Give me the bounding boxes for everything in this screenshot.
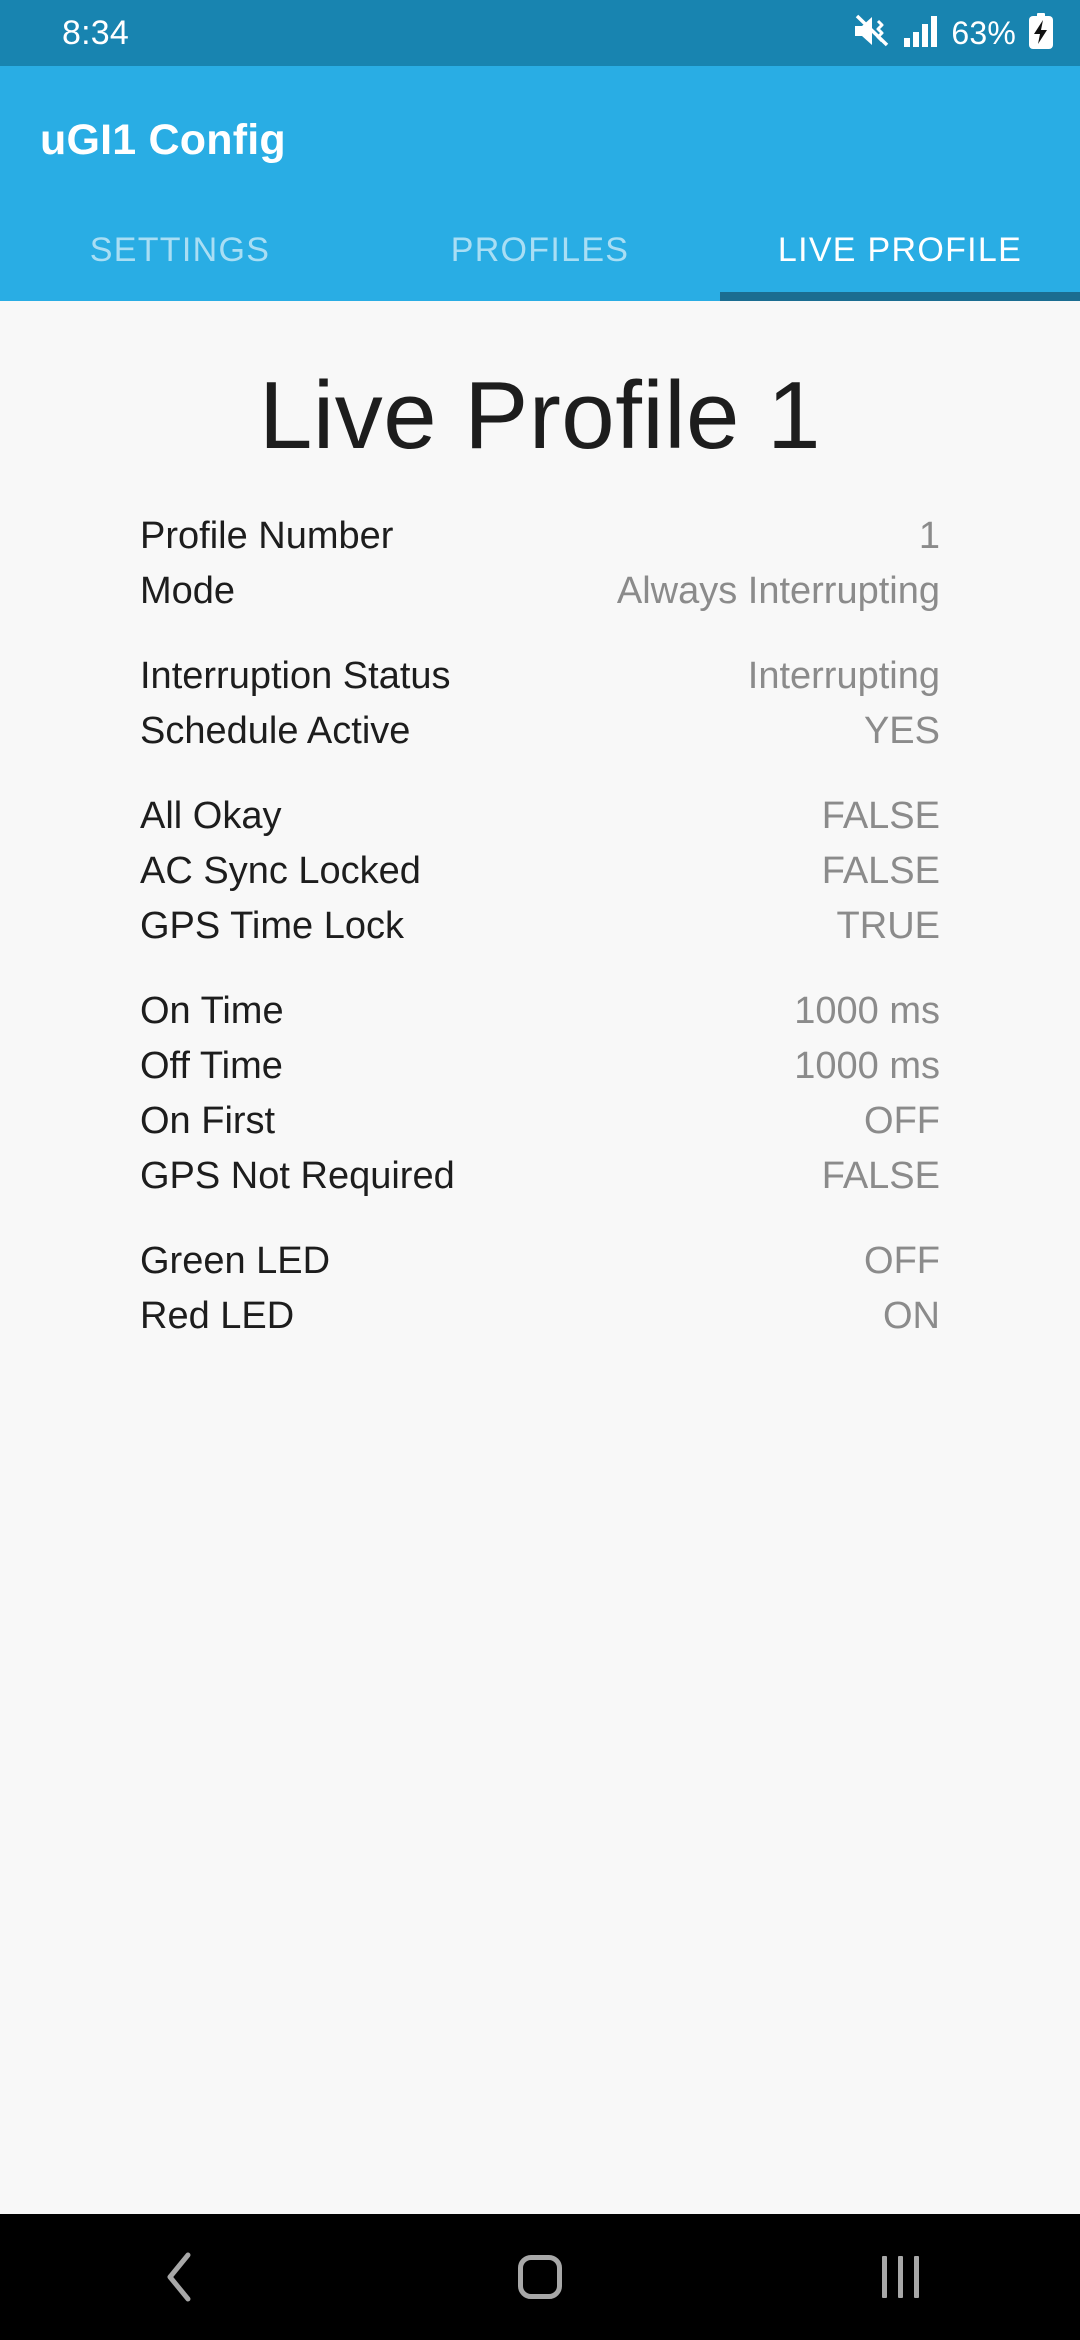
detail-row: Schedule Active YES [140,710,940,765]
row-value: 1 [918,515,940,557]
row-value: OFF [864,1100,940,1142]
detail-group: Interruption Status Interrupting Schedul… [140,655,940,765]
detail-group: All Okay FALSE AC Sync Locked FALSE GPS … [140,795,940,960]
phone-screen: 8:34 63% uGI1 Config SETTINGS PROFILES L… [0,0,1080,2340]
detail-row: Red LED ON [140,1295,940,1350]
row-label: All Okay [140,795,282,837]
detail-row: GPS Time Lock TRUE [140,905,940,960]
row-label: GPS Time Lock [140,905,404,947]
home-square-icon [518,2255,562,2299]
row-label: Schedule Active [140,710,411,752]
detail-row: Profile Number 1 [140,515,940,570]
row-label: Mode [140,570,236,612]
detail-group: Profile Number 1 Mode Always Interruptin… [140,515,940,625]
detail-row: Off Time 1000 ms [140,1045,940,1100]
row-label: GPS Not Required [140,1155,455,1197]
signal-bars-icon [903,15,939,52]
row-value: 1000 ms [794,990,940,1032]
recents-button[interactable] [720,2214,1080,2340]
detail-row: Interruption Status Interrupting [140,655,940,710]
row-value: FALSE [821,795,940,837]
status-bar-icons: 63% [853,12,1054,54]
row-value: YES [863,710,940,752]
row-label: Off Time [140,1045,283,1087]
mute-vibrate-icon [853,14,891,53]
back-chevron-icon [167,2252,191,2302]
row-label: Interruption Status [140,655,451,697]
row-value: TRUE [836,905,940,947]
row-label: On Time [140,990,284,1032]
content-area: Live Profile 1 Profile Number 1 Mode Alw… [0,301,1080,2214]
detail-row: On First OFF [140,1100,940,1155]
detail-row: AC Sync Locked FALSE [140,850,940,905]
tab-live-profile[interactable]: LIVE PROFILE [720,205,1080,301]
recents-lines-icon [881,2256,919,2298]
page-title: Live Profile 1 [259,362,821,469]
home-button[interactable] [360,2214,720,2340]
row-label: Green LED [140,1240,331,1282]
app-bar: uGI1 Config SETTINGS PROFILES LIVE PROFI… [0,66,1080,301]
row-label: AC Sync Locked [140,850,421,892]
row-value: ON [883,1295,940,1337]
back-button[interactable] [0,2214,360,2340]
detail-row: On Time 1000 ms [140,990,940,1045]
navigation-bar [0,2214,1080,2340]
detail-row: Green LED OFF [140,1240,940,1295]
row-value: 1000 ms [794,1045,940,1087]
detail-row: All Okay FALSE [140,795,940,850]
profile-detail-list: Profile Number 1 Mode Always Interruptin… [0,515,1080,1350]
row-value: Always Interrupting [616,570,940,612]
tab-profiles[interactable]: PROFILES [360,205,720,301]
row-label: Profile Number [140,515,394,557]
row-label: On First [140,1100,276,1142]
tab-settings[interactable]: SETTINGS [0,205,360,301]
row-value: OFF [864,1240,940,1282]
app-title: uGI1 Config [40,116,286,164]
row-value: FALSE [821,850,940,892]
status-bar-clock: 8:34 [62,13,129,52]
tab-bar: SETTINGS PROFILES LIVE PROFILE [0,205,1080,301]
detail-row: Mode Always Interrupting [140,570,940,625]
row-value: Interrupting [747,655,940,697]
battery-charging-icon [1028,12,1054,54]
row-value: FALSE [821,1155,940,1197]
row-label: Red LED [140,1295,295,1337]
status-bar: 8:34 63% [0,0,1080,66]
detail-group: Green LED OFF Red LED ON [140,1240,940,1350]
battery-percent-label: 63% [951,14,1016,51]
detail-group: On Time 1000 ms Off Time 1000 ms On Firs… [140,990,940,1210]
detail-row: GPS Not Required FALSE [140,1155,940,1210]
